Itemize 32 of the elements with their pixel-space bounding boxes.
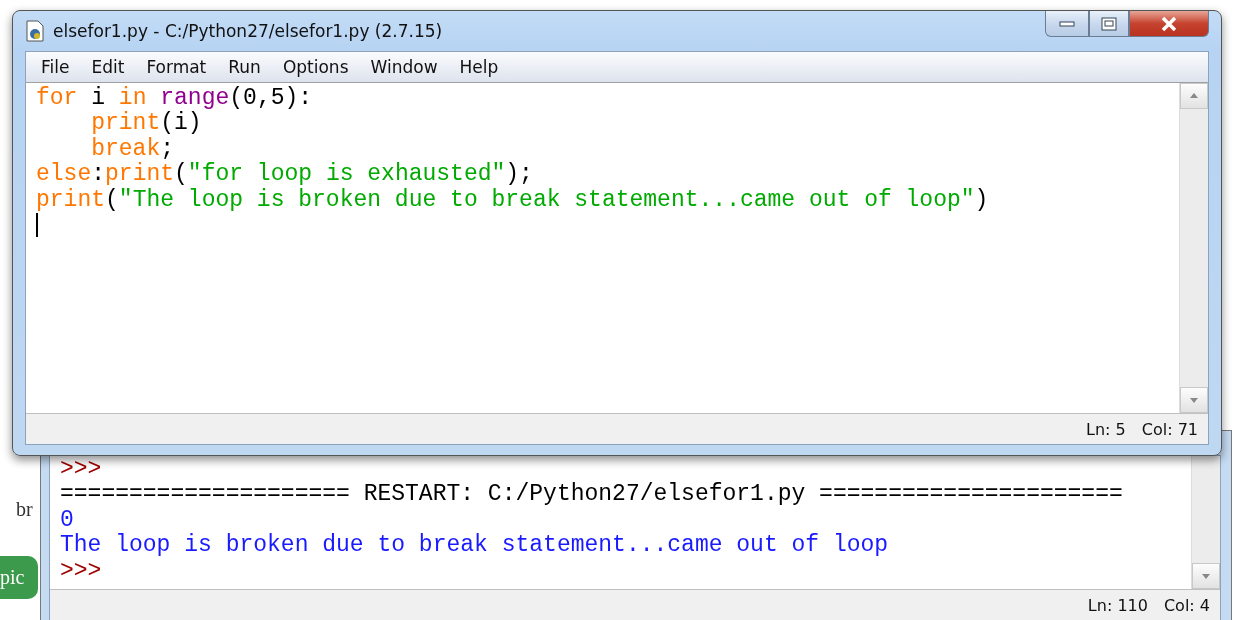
menu-item[interactable]: Window xyxy=(359,57,449,77)
close-icon xyxy=(1160,15,1178,32)
menu-item[interactable]: Edit xyxy=(80,57,136,77)
maximize-icon xyxy=(1101,16,1117,31)
menu-item[interactable]: Format xyxy=(135,57,218,77)
background-text: br xyxy=(16,498,33,521)
column-status: Col: 4 xyxy=(1163,595,1210,615)
shell-output-line: ===================== RESTART: C:/Python27/elsefor1.py ====================== xyxy=(60,481,1123,508)
menu-item[interactable]: Help xyxy=(448,57,510,77)
line-number-status: Ln: 110 xyxy=(1087,595,1148,615)
shell-output-line: 0 xyxy=(60,506,74,533)
line-number-status: Ln: 5 xyxy=(1086,419,1126,439)
text-cursor xyxy=(36,212,38,237)
python-file-icon xyxy=(25,20,45,42)
shell-prompt: >>> xyxy=(60,557,102,584)
scrollbar[interactable] xyxy=(1191,456,1220,589)
shell-output-line: The loop is broken due to break statement...came out of loop xyxy=(60,532,889,559)
shell-prompt: >>> xyxy=(60,456,102,482)
menu-item[interactable]: File xyxy=(30,57,81,77)
menu-item[interactable]: Options xyxy=(271,57,360,77)
menu-item[interactable]: Run xyxy=(217,57,272,77)
scroll-down-button[interactable] xyxy=(1192,563,1220,589)
close-button[interactable] xyxy=(1129,11,1209,37)
minimize-icon xyxy=(1059,20,1075,27)
background-badge: pic xyxy=(0,556,39,599)
maximize-button[interactable] xyxy=(1089,11,1129,37)
column-status: Col: 71 xyxy=(1141,419,1198,439)
scrollbar[interactable] xyxy=(1179,83,1208,413)
scroll-down-button[interactable] xyxy=(1180,387,1208,413)
window-title: elsefor1.py - C:/Python27/elsefor1.py (2.7.15) xyxy=(53,21,443,41)
minimize-button[interactable] xyxy=(1045,11,1089,37)
scroll-up-button[interactable] xyxy=(1180,83,1208,109)
